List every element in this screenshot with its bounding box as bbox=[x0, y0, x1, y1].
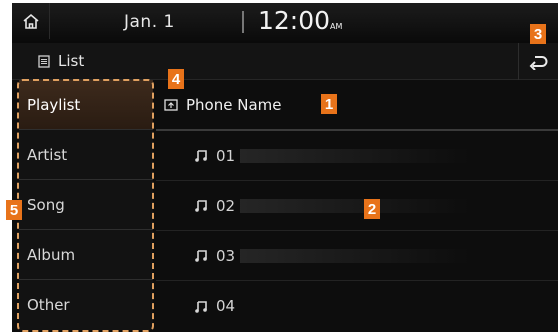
date-display: Jan. 1 bbox=[124, 12, 175, 32]
phone-folder-row[interactable]: Phone Name bbox=[156, 80, 558, 131]
row-highlight bbox=[240, 149, 470, 163]
sidebar-item-album[interactable]: Album bbox=[19, 230, 153, 280]
list-icon bbox=[38, 54, 50, 68]
sidebar-item-label: Song bbox=[27, 195, 65, 214]
list-item[interactable]: 03 bbox=[156, 231, 558, 281]
track-label: 04 bbox=[216, 297, 236, 315]
music-note-icon bbox=[195, 200, 207, 212]
status-divider bbox=[242, 11, 244, 33]
list-item[interactable]: 04 bbox=[156, 281, 558, 331]
callout-badge-3: 3 bbox=[530, 24, 546, 44]
row-highlight bbox=[240, 199, 470, 213]
back-button[interactable] bbox=[518, 43, 558, 80]
list-heading: List bbox=[38, 52, 84, 70]
sidebar-item-label: Artist bbox=[27, 145, 68, 164]
clock-ampm: AM bbox=[330, 22, 343, 31]
folder-icon bbox=[164, 99, 178, 111]
track-label: 01 bbox=[216, 146, 236, 165]
home-button[interactable] bbox=[12, 3, 50, 39]
track-list: Phone Name 01 02 03 04 bbox=[156, 80, 558, 332]
title-bar: List bbox=[12, 43, 558, 80]
track-label: 02 bbox=[216, 196, 236, 215]
clock-display: 12:00AM bbox=[258, 6, 342, 35]
music-note-icon bbox=[195, 150, 207, 162]
page-title: List bbox=[58, 52, 85, 70]
track-label: 03 bbox=[216, 246, 236, 265]
category-sidebar: Playlist Artist Song Album Other bbox=[19, 80, 153, 332]
list-item[interactable]: 01 bbox=[156, 131, 558, 181]
callout-badge-4: 4 bbox=[168, 69, 184, 89]
home-icon bbox=[22, 13, 39, 29]
callout-badge-2: 2 bbox=[364, 199, 380, 219]
sidebar-item-label: Album bbox=[27, 245, 76, 264]
sidebar-item-artist[interactable]: Artist bbox=[19, 130, 153, 180]
sidebar-item-other[interactable]: Other bbox=[19, 280, 153, 330]
phone-name: Phone Name bbox=[186, 95, 282, 114]
music-note-icon bbox=[195, 250, 207, 262]
sidebar-item-label: Playlist bbox=[27, 95, 81, 114]
back-icon bbox=[529, 55, 547, 70]
sidebar-item-label: Other bbox=[27, 296, 70, 314]
callout-badge-5: 5 bbox=[6, 200, 22, 220]
row-highlight bbox=[240, 249, 470, 263]
clock-time: 12:00 bbox=[258, 6, 331, 35]
sidebar-item-song[interactable]: Song bbox=[19, 180, 153, 230]
status-bar: Jan. 1 12:00AM bbox=[12, 3, 558, 43]
sidebar-item-playlist[interactable]: Playlist bbox=[19, 80, 153, 130]
list-item[interactable]: 02 bbox=[156, 181, 558, 231]
music-note-icon bbox=[195, 300, 207, 313]
head-unit-screen: Jan. 1 12:00AM List Playlist Artist Song… bbox=[12, 3, 558, 332]
callout-badge-1: 1 bbox=[321, 94, 337, 114]
